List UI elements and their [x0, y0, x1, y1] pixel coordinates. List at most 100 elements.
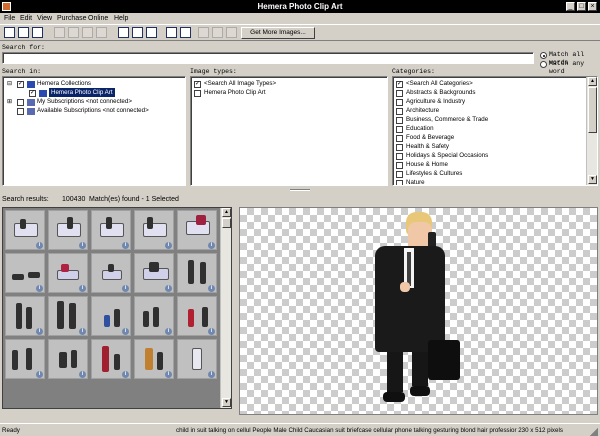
print-preview-icon[interactable] — [132, 27, 143, 38]
thumbnail[interactable]: i — [177, 296, 217, 336]
checkbox[interactable] — [396, 171, 403, 178]
checkbox[interactable] — [396, 162, 403, 169]
back-icon[interactable] — [96, 27, 107, 38]
expand-collapse-icon[interactable]: ⊟ — [7, 80, 12, 87]
info-icon[interactable]: i — [122, 328, 129, 335]
close-icon[interactable]: × — [588, 2, 597, 11]
category-item[interactable]: Lifestyles & Cultures — [406, 169, 462, 178]
minimize-icon[interactable]: _ — [566, 2, 575, 11]
thumbnail[interactable]: i — [177, 339, 217, 379]
thumbnail[interactable]: i — [91, 253, 131, 293]
category-item[interactable]: Holidays & Special Occasions — [406, 151, 488, 160]
results-scrollbar[interactable]: ▲ ▼ — [220, 208, 231, 408]
checkbox[interactable]: ✓ — [194, 81, 201, 88]
checkbox[interactable]: ✓ — [396, 81, 403, 88]
info-icon[interactable]: i — [36, 242, 43, 249]
paste-icon[interactable] — [82, 27, 93, 38]
forward-icon[interactable] — [212, 27, 223, 38]
thumbnail[interactable]: i — [5, 296, 45, 336]
checkbox[interactable] — [17, 108, 24, 115]
info-icon[interactable]: i — [165, 371, 172, 378]
category-item[interactable]: Agriculture & Industry — [406, 97, 465, 106]
checkbox[interactable] — [396, 117, 403, 124]
info-icon[interactable]: i — [208, 242, 215, 249]
info-icon[interactable]: i — [208, 328, 215, 335]
category-item[interactable]: Abstracts & Backgrounds — [406, 88, 475, 97]
thumbnail[interactable]: i — [177, 210, 217, 250]
thumbnail[interactable]: i — [91, 339, 131, 379]
export-icon[interactable] — [32, 27, 43, 38]
splitter-grip[interactable] — [290, 189, 310, 191]
expand-icon[interactable]: ⊞ — [7, 98, 12, 105]
save-icon[interactable] — [4, 27, 15, 38]
checkbox[interactable] — [396, 153, 403, 160]
category-item[interactable]: Education — [406, 124, 434, 133]
checkbox[interactable] — [194, 90, 201, 97]
maximize-icon[interactable]: □ — [577, 2, 586, 11]
category-item[interactable]: Nature — [406, 178, 425, 185]
menu-purchase[interactable]: Purchase — [57, 13, 87, 24]
checkbox[interactable] — [17, 99, 24, 106]
checkbox[interactable] — [396, 126, 403, 133]
play-icon[interactable] — [198, 27, 209, 38]
scroll-down-icon[interactable]: ▼ — [588, 175, 597, 184]
image-preview[interactable] — [239, 207, 598, 415]
open-icon[interactable] — [18, 27, 29, 38]
scroll-thumb[interactable] — [588, 87, 597, 133]
info-icon[interactable]: i — [122, 285, 129, 292]
thumbnail[interactable]: i — [5, 210, 45, 250]
info-icon[interactable]: i — [79, 242, 86, 249]
menu-online[interactable]: Online — [88, 13, 108, 24]
info-icon[interactable]: i — [79, 285, 86, 292]
resize-grip-icon[interactable] — [590, 428, 598, 436]
scroll-thumb[interactable] — [222, 218, 231, 228]
categories-scrollbar[interactable]: ▲ ▼ — [586, 77, 597, 185]
search-input[interactable] — [2, 52, 534, 64]
info-icon[interactable]: i — [79, 371, 86, 378]
category-item[interactable]: Business, Commerce & Trade — [406, 115, 488, 124]
tree-item-my-subscriptions[interactable]: My Subscriptions <not connected> — [37, 97, 132, 106]
info-icon[interactable]: i — [208, 371, 215, 378]
thumbnail[interactable]: i — [48, 253, 88, 293]
copy-icon[interactable] — [68, 27, 79, 38]
menu-view[interactable]: View — [37, 13, 52, 24]
checkbox[interactable] — [396, 99, 403, 106]
checkbox[interactable] — [396, 144, 403, 151]
thumbnail[interactable]: i — [48, 339, 88, 379]
search-icon[interactable] — [166, 27, 177, 38]
thumbnail[interactable]: i — [48, 210, 88, 250]
thumbnail[interactable]: i — [5, 339, 45, 379]
info-icon[interactable]: i — [122, 242, 129, 249]
match-any-label[interactable]: Match any word — [549, 60, 600, 76]
info-icon[interactable]: i — [165, 328, 172, 335]
checkbox[interactable] — [396, 108, 403, 115]
checkbox[interactable] — [396, 180, 403, 185]
print-icon[interactable] — [118, 27, 129, 38]
info-icon[interactable]: i — [36, 328, 43, 335]
category-item[interactable]: <Search All Categories> — [406, 79, 473, 88]
tree-item-hemera-collections[interactable]: Hemera Collections — [37, 79, 91, 88]
image-type-all[interactable]: <Search All Image Types> — [204, 79, 276, 88]
image-types-list[interactable]: ✓ <Search All Image Types> Hemera Photo … — [190, 76, 388, 186]
category-item[interactable]: House & Home — [406, 160, 448, 169]
refresh-icon[interactable] — [226, 27, 237, 38]
thumbnail[interactable]: i — [5, 253, 45, 293]
category-item[interactable]: Health & Safety — [406, 142, 449, 151]
thumbnail[interactable]: i — [91, 210, 131, 250]
get-more-images-button[interactable]: Get More Images... — [241, 27, 315, 39]
thumbnail[interactable]: i — [134, 253, 174, 293]
tree-item-available-subscriptions[interactable]: Available Subscriptions <not connected> — [37, 106, 149, 115]
info-icon[interactable]: i — [36, 285, 43, 292]
categories-list[interactable]: ✓ <Search All Categories> Abstracts & Ba… — [392, 76, 598, 186]
thumbnail[interactable]: i — [134, 210, 174, 250]
thumbnail[interactable]: i — [134, 296, 174, 336]
match-any-radio[interactable] — [540, 61, 547, 68]
tree-item-photo-clip-art[interactable]: Hemera Photo Clip Art — [49, 88, 115, 97]
checkbox[interactable] — [396, 90, 403, 97]
menu-file[interactable]: File — [4, 13, 15, 24]
category-item[interactable]: Architecture — [406, 106, 439, 115]
info-icon[interactable]: i — [165, 242, 172, 249]
search-in-tree[interactable]: ⊟ ✓ Hemera Collections ✓ Hemera Photo Cl… — [2, 76, 186, 186]
checkbox[interactable]: ✓ — [29, 90, 36, 97]
help-icon[interactable] — [180, 27, 191, 38]
